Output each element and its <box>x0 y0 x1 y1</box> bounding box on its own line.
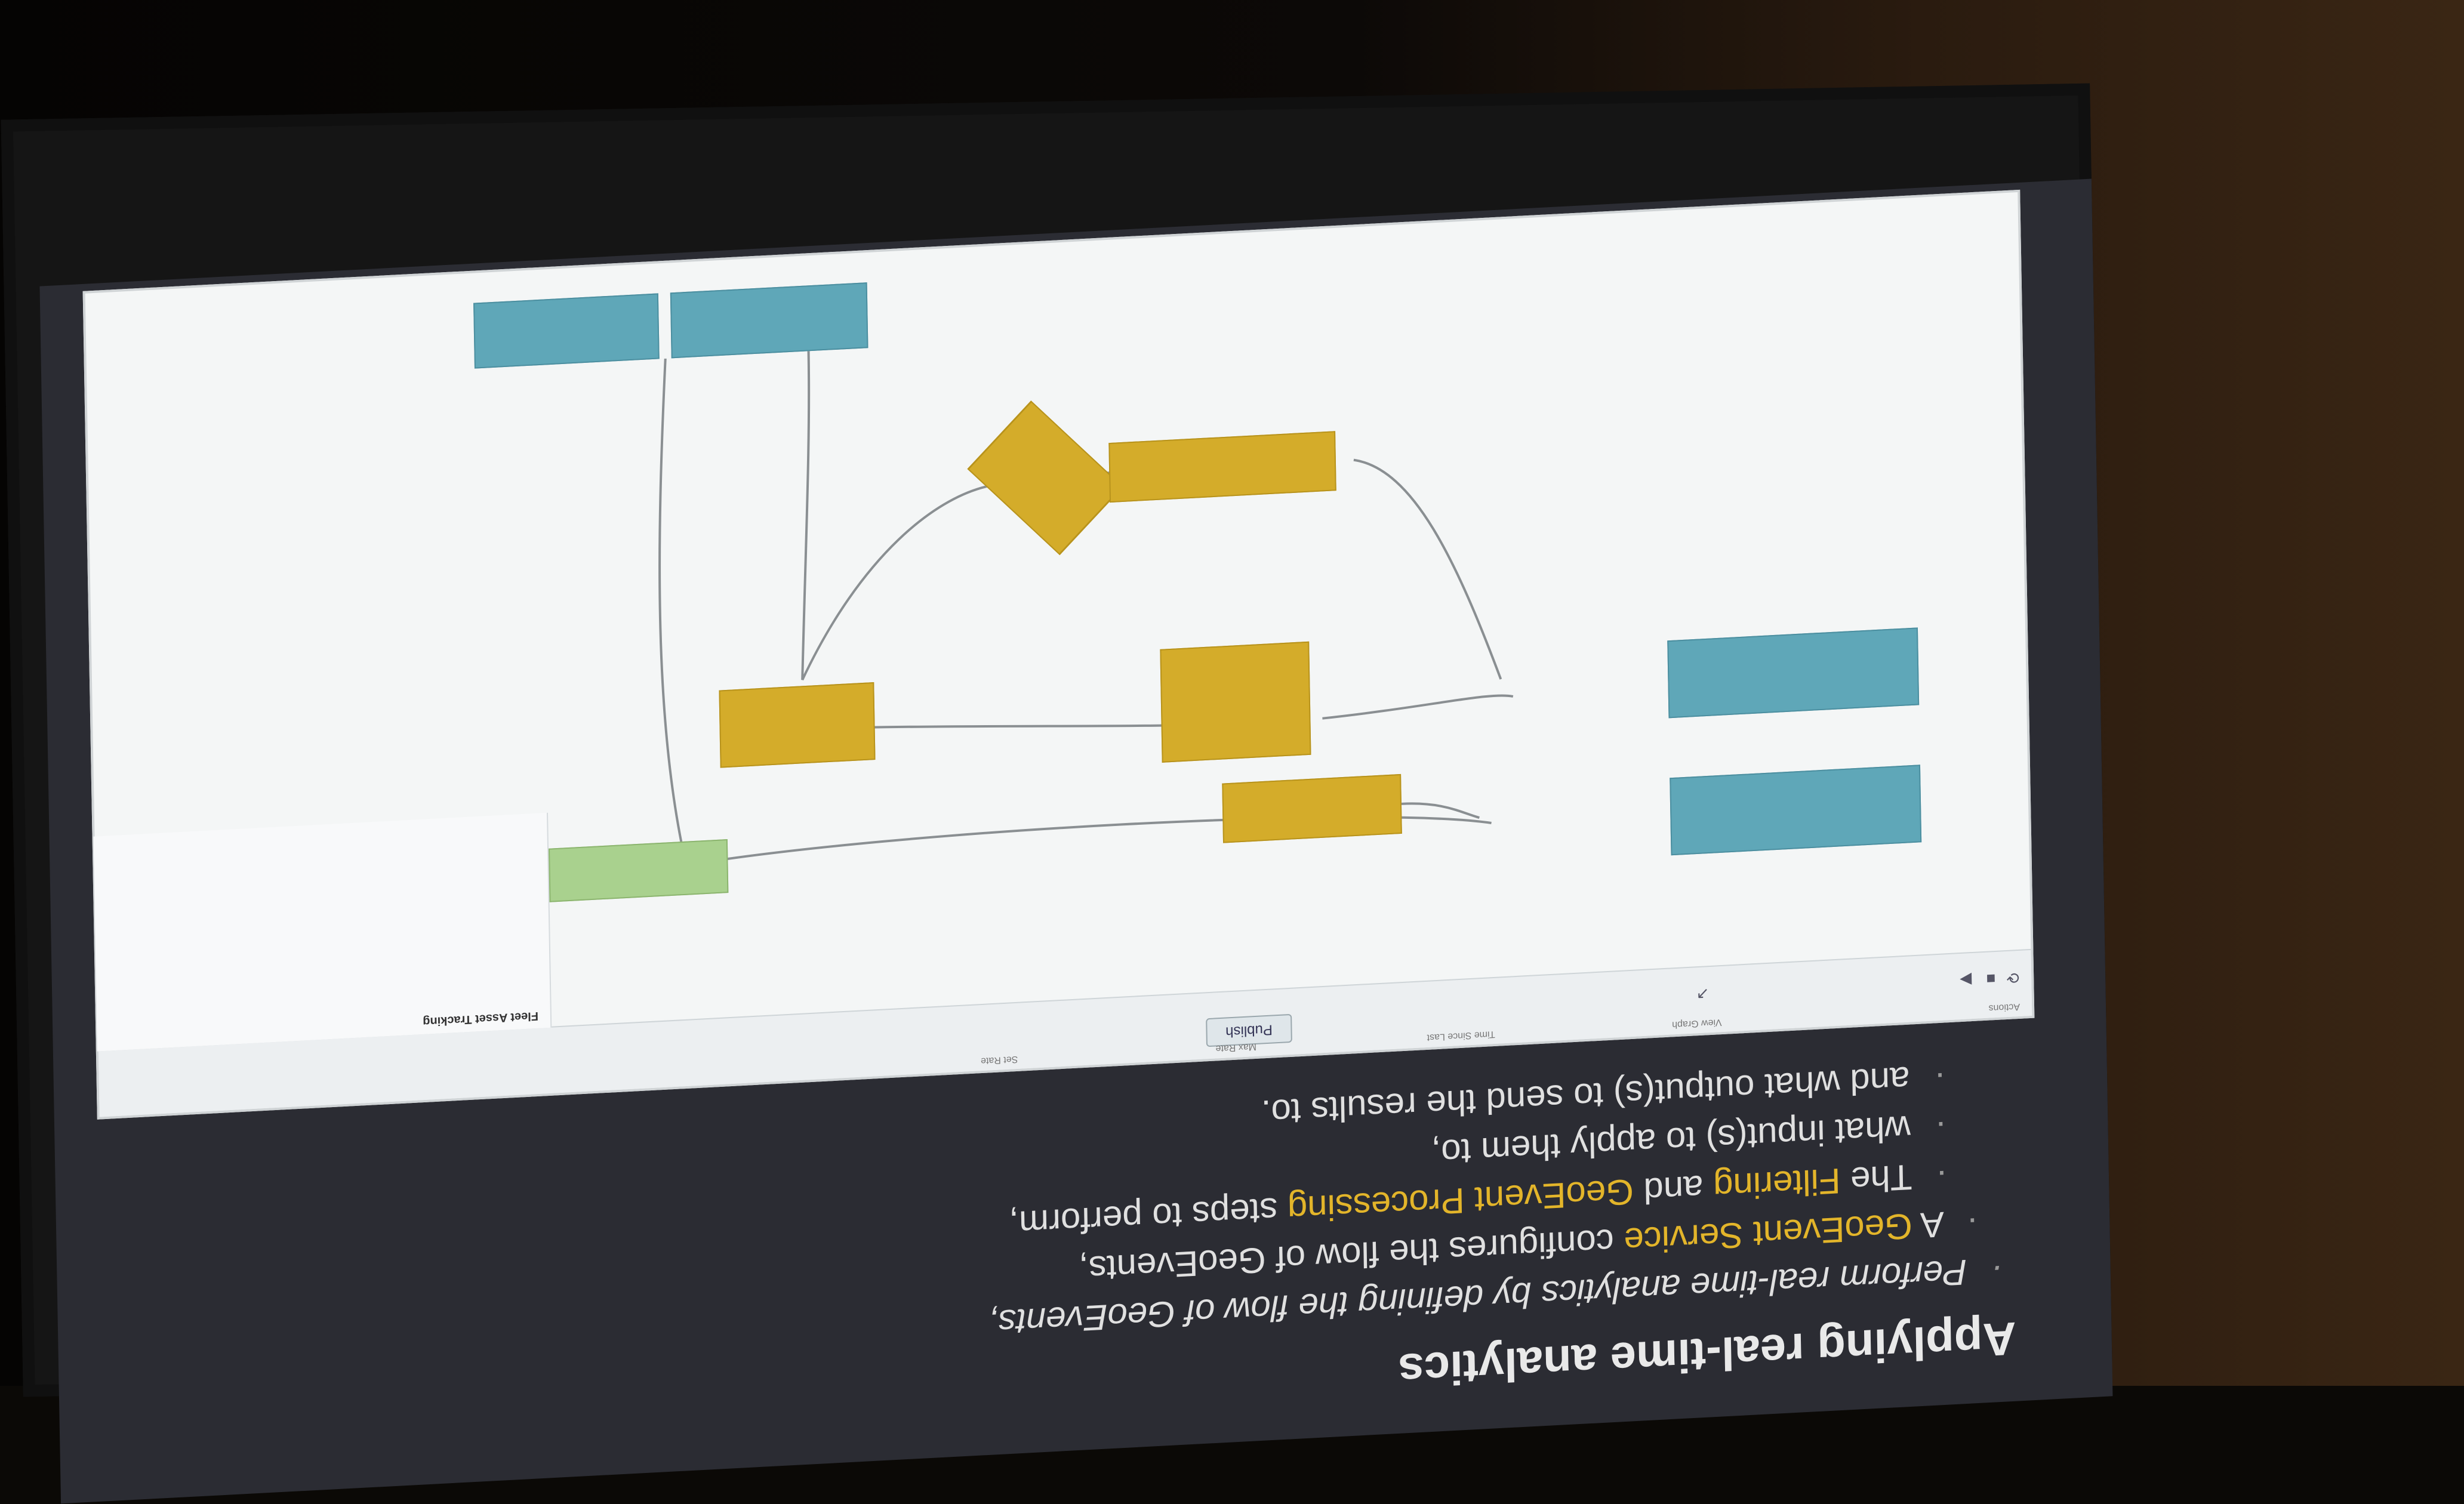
toolbar-label: Time Since Last <box>1427 1028 1495 1043</box>
monitor: Applying real-time analytics · Perform r… <box>1 83 2113 1504</box>
service-side-panel: Fleet Asset Tracking <box>93 812 552 1052</box>
toolbar-label: Max Rate <box>1215 1041 1257 1054</box>
chart-icon[interactable]: ↗ <box>1696 984 1710 1003</box>
processor-node[interactable] <box>719 682 876 768</box>
output-node[interactable] <box>1670 765 1922 856</box>
connector-line <box>1322 694 1514 720</box>
service-canvas <box>473 192 2031 1028</box>
bullet-text: and <box>1633 1167 1714 1212</box>
bullet-text: A <box>1912 1204 1945 1246</box>
output-node[interactable] <box>473 293 660 369</box>
processor-node[interactable] <box>1222 773 1402 843</box>
connector-line <box>801 483 996 681</box>
output-node[interactable] <box>1667 627 1920 719</box>
panel-title: Fleet Asset Tracking <box>423 1009 539 1029</box>
processor-node[interactable] <box>1108 431 1336 503</box>
stop-icon[interactable]: ■ <box>1986 969 1995 988</box>
toolbar-label: View Graph <box>1672 1017 1722 1030</box>
bullet-dot-icon: · <box>1934 1106 1948 1147</box>
connector-line <box>658 358 688 866</box>
processor-node[interactable] <box>1160 641 1311 763</box>
refresh-icon[interactable]: ⟳ <box>2006 968 2019 987</box>
connector-line <box>801 351 811 680</box>
bullet-dot-icon: · <box>1935 1155 1948 1196</box>
bullet-highlight: Filtering <box>1713 1160 1841 1207</box>
bullet-dot-icon: · <box>1933 1057 1946 1098</box>
play-icon[interactable]: ▶ <box>1960 970 1972 990</box>
bullet-dot-icon: · <box>1966 1202 1979 1243</box>
presentation-slide: Applying real-time analytics · Perform r… <box>39 178 2113 1504</box>
bullet-dot-icon: · <box>1991 1250 2004 1291</box>
bullet-text: The <box>1840 1157 1913 1201</box>
geoevent-service-designer: Publish Actions ⟳ ■ ▶ View Graph ↗ Time … <box>82 189 2035 1120</box>
actions-label: Actions <box>1988 1001 2021 1013</box>
output-node[interactable] <box>670 282 868 359</box>
toolbar-label: Set Rate <box>980 1053 1018 1067</box>
connector-line <box>1353 458 1502 680</box>
input-node[interactable] <box>549 839 729 902</box>
